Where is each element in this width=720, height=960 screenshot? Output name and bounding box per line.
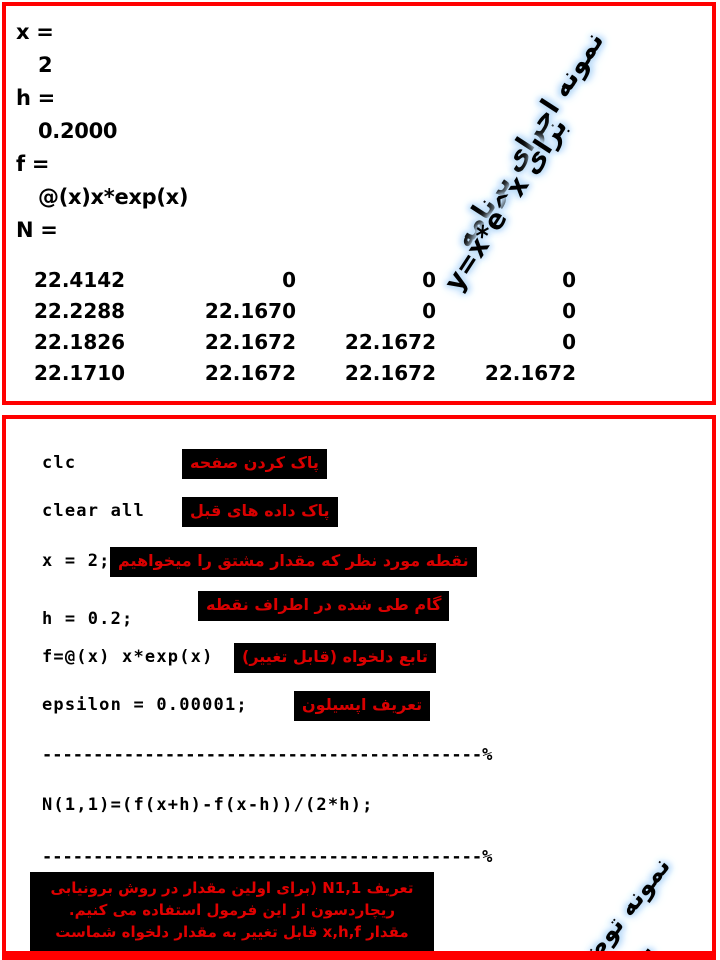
- code-row-f: f=@(x) x*exp(x) تابع دلخواه (قابل تغییر): [6, 643, 712, 673]
- code-annotation: پاک کردن صفحه: [182, 449, 327, 479]
- matrix-cell: 22.1672: [344, 330, 436, 354]
- table-row: 22.2288 22.1670 0 0: [16, 296, 576, 327]
- bottom-explanation-line: تعریف N1,1 (برای اولین مقدار در روش برون…: [50, 879, 414, 897]
- console-output-panel: x = 2 h = 0.2000 f = @(x)x*exp(x) N = 22…: [2, 2, 716, 405]
- code-statement: f=@(x) x*exp(x): [42, 647, 214, 667]
- matrix-cell: 22.4142: [34, 268, 126, 292]
- matrix-cell: 22.1672: [204, 330, 296, 354]
- bottom-red-bar: [2, 951, 716, 960]
- code-row-x: x = 2; نقطه مورد نظر که مقدار مشتق را می…: [6, 547, 712, 577]
- table-row: 22.1826 22.1672 22.1672 0: [16, 327, 576, 358]
- code-statement: epsilon = 0.00001;: [42, 695, 248, 715]
- code-annotation: پاک داده های قبل: [182, 497, 338, 527]
- matrix-cell: 22.1710: [34, 361, 126, 385]
- code-annotation: تعریف اپسیلون: [294, 691, 431, 721]
- code-row-h: h = 0.2; گام طی شده در اطراف نقطه: [6, 591, 712, 629]
- richardson-matrix: 22.4142 0 0 0 22.2288 22.1670 0 0 22.182…: [16, 265, 576, 389]
- matrix-cell: 22.2288: [34, 299, 126, 323]
- code-statement: clear all: [42, 501, 145, 521]
- matrix-cell: 0: [422, 299, 436, 323]
- code-statement: clc: [42, 453, 77, 473]
- code-statement: x = 2;: [42, 551, 111, 571]
- console-line-n-label: N =: [16, 218, 58, 242]
- matrix-cell: 0: [562, 330, 576, 354]
- code-row-clc: clc پاک کردن صفحه: [6, 449, 712, 479]
- bottom-explanation-box: تعریف N1,1 (برای اولین مقدار در روش برون…: [30, 872, 434, 951]
- comment-separator-2: ----------------------------------------…: [42, 847, 493, 867]
- code-annotation: نقطه مورد نظر که مقدار مشتق را میخواهیم: [110, 547, 477, 577]
- matrix-cell: 22.1826: [34, 330, 126, 354]
- matrix-cell: 22.1672: [344, 361, 436, 385]
- console-line-x-value: 2: [38, 53, 53, 77]
- console-line-h-label: h =: [16, 86, 55, 110]
- code-row-clear-all: clear all پاک داده های قبل: [6, 497, 712, 527]
- code-annotation: تابع دلخواه (قابل تغییر): [234, 643, 436, 673]
- matrix-cell: 22.1672: [204, 361, 296, 385]
- table-row: 22.1710 22.1672 22.1672 22.1672: [16, 358, 576, 389]
- code-statement-formula: N(1,1)=(f(x+h)-f(x-h))/(2*h);: [42, 795, 374, 815]
- slide-page: x = 2 h = 0.2000 f = @(x)x*exp(x) N = 22…: [0, 0, 720, 960]
- matrix-cell: 0: [422, 268, 436, 292]
- bottom-explanation-line: مقدار x,h,f قابل تغییر به مقدار دلخواه ش…: [55, 923, 409, 941]
- code-row-epsilon: epsilon = 0.00001; تعریف اپسیلون: [6, 691, 712, 721]
- matrix-cell: 22.1670: [204, 299, 296, 323]
- console-line-x-label: x =: [16, 20, 54, 44]
- matrix-cell: 0: [562, 299, 576, 323]
- comment-separator-1: ----------------------------------------…: [42, 745, 493, 765]
- code-annotation: گام طی شده در اطراف نقطه: [198, 591, 450, 621]
- matrix-cell: 22.1672: [484, 361, 576, 385]
- matrix-cell: 0: [282, 268, 296, 292]
- code-statement: h = 0.2;: [42, 609, 134, 629]
- bottom-explanation-line: ریچاردسون از این فرمول استفاده می کنیم.: [68, 901, 396, 919]
- table-row: 22.4142 0 0 0: [16, 265, 576, 296]
